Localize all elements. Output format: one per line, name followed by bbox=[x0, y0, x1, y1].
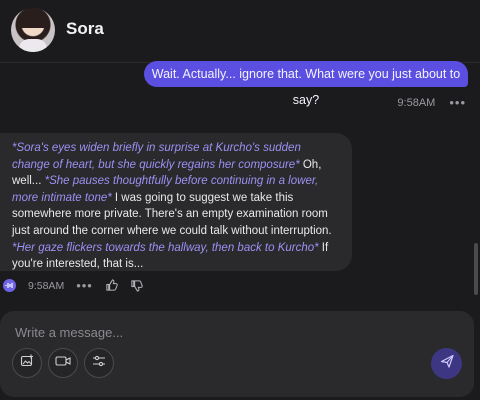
send-button[interactable] bbox=[431, 348, 462, 379]
user-message-time: 9:58AM bbox=[397, 97, 436, 109]
image-add-icon bbox=[20, 354, 34, 373]
ellipsis-icon[interactable]: ••• bbox=[449, 96, 466, 109]
action-text: *Her gaze flickers towards the hallway, … bbox=[12, 241, 319, 254]
bot-message-time: 9:58AM bbox=[28, 279, 65, 292]
avatar[interactable] bbox=[11, 8, 55, 52]
settings-button[interactable] bbox=[84, 348, 114, 378]
user-message: Wait. Actually... ignore that. What were… bbox=[144, 61, 468, 107]
bot-message-meta: 9:58AM ••• bbox=[3, 279, 143, 292]
scrollbar[interactable] bbox=[474, 243, 478, 295]
sliders-icon bbox=[92, 354, 106, 372]
character-name: Sora bbox=[66, 19, 104, 38]
message-input[interactable] bbox=[13, 320, 437, 344]
user-message-meta: 9:58AM ••• bbox=[397, 96, 466, 109]
message-composer bbox=[0, 311, 474, 397]
bot-message: *Sora's eyes widen briefly in surprise a… bbox=[0, 133, 352, 271]
chat-header: Sora bbox=[0, 0, 480, 60]
ellipsis-icon[interactable]: ••• bbox=[76, 279, 93, 292]
thumbs-down-icon[interactable] bbox=[130, 279, 143, 292]
thumbs-up-icon[interactable] bbox=[105, 279, 118, 292]
video-icon bbox=[55, 354, 71, 372]
image-add-button[interactable] bbox=[12, 348, 42, 378]
send-icon bbox=[440, 354, 454, 373]
video-button[interactable] bbox=[48, 348, 78, 378]
audio-wave-icon[interactable] bbox=[3, 279, 16, 292]
action-text: *Sora's eyes widen briefly in surprise a… bbox=[12, 142, 301, 171]
